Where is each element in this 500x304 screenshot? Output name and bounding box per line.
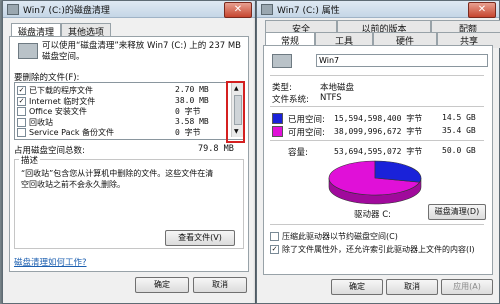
used-label: 已用空间: — [288, 115, 325, 125]
compress-checkbox[interactable] — [270, 232, 279, 241]
file-checkbox[interactable]: ✓ — [17, 86, 26, 95]
ok-button[interactable]: 确定 — [135, 277, 189, 293]
used-swatch — [272, 113, 283, 124]
apply-button[interactable]: 应用(A) — [441, 279, 493, 295]
props-close-button[interactable]: ✕ — [468, 2, 496, 18]
divider-4 — [270, 224, 484, 225]
file-checkbox[interactable]: ✓ — [17, 96, 26, 106]
view-files-button[interactable]: 查看文件(V) — [165, 230, 235, 246]
cleanup-panel: 可以使用“磁盘清理”来释放 Win7 (C:) 上的 237 MB 磁盘空间。 … — [9, 36, 249, 272]
capacity-gb: 50.0 GB — [442, 146, 476, 155]
file-list: ✓ 已下载的程序文件 2.70 MB ✓ Internet 临时文件 38.0 MB Off… — [14, 81, 245, 143]
file-size: 38.0 MB — [175, 95, 209, 105]
description-title: 描述 — [19, 154, 41, 166]
file-name: 已下载的程序文件 — [29, 86, 93, 95]
drive-properties-window: Win7 (C:) 属性 ✕ 安全 以前的版本 配额 常规 工具 硬件 共享 类… — [256, 0, 500, 304]
drive-label: 驱动器 C: — [354, 210, 392, 220]
props-title: Win7 (C:) 属性 — [277, 5, 340, 16]
index-checkbox[interactable]: ✓ — [270, 245, 279, 254]
file-list-item[interactable]: Service Pack 备份文件 0 字节 — [17, 127, 227, 137]
capacity-label: 容量: — [288, 148, 308, 158]
close-icon: ✕ — [477, 4, 487, 15]
description-group: 描述 “回收站”包含您从计算机中删除的文件。这些文件在清 空回收站之前不会永久删… — [14, 154, 244, 249]
help-link[interactable]: 磁盘清理如何工作? — [14, 256, 87, 268]
file-name: 回收站 — [29, 117, 53, 127]
cancel-button[interactable]: 取消 — [193, 277, 247, 293]
capacity-bytes: 53,694,595,072 字节 — [334, 147, 423, 156]
fs-value: NTFS — [320, 93, 342, 103]
file-list-item[interactable]: Office 安装文件 0 字节 — [17, 106, 227, 116]
file-name: Service Pack 备份文件 — [29, 128, 115, 137]
drive-name-input[interactable] — [316, 54, 488, 67]
description-line-2: 空回收站之前不会永久删除。 — [21, 180, 125, 189]
file-checkbox[interactable] — [17, 117, 26, 127]
disk-usage-pie — [328, 160, 422, 205]
file-name: Internet 临时文件 — [29, 96, 96, 106]
disk-cleanup-window: Win7 (C:)的磁盘清理 ✕ 磁盘清理 其他选项 可以使用“磁盘清理”来释放… — [2, 0, 256, 304]
props-titlebar[interactable]: Win7 (C:) 属性 — [257, 1, 499, 18]
free-swatch — [272, 126, 283, 137]
file-checkbox[interactable] — [17, 128, 26, 137]
free-label: 可用空间: — [288, 128, 325, 138]
free-gb: 35.4 GB — [442, 126, 476, 135]
close-icon: ✕ — [233, 4, 243, 15]
drive-icon — [261, 3, 273, 15]
type-value: 本地磁盘 — [320, 83, 355, 93]
type-label: 类型: — [272, 83, 292, 93]
divider-1 — [270, 75, 484, 76]
used-gb: 14.5 GB — [442, 113, 476, 122]
file-size: 0 字节 — [175, 107, 201, 116]
general-panel: 类型: 本地磁盘 文件系统: NTFS 已用空间: 15,594,598,400… — [263, 45, 493, 275]
file-size: 2.70 MB — [175, 85, 209, 94]
compress-label: 压缩此驱动器以节约磁盘空间(C) — [282, 232, 398, 241]
highlight-box — [226, 81, 245, 143]
file-list-item[interactable]: ✓ 已下载的程序文件 2.70 MB — [17, 85, 227, 95]
drive-icon — [7, 3, 19, 15]
divider-2 — [270, 106, 484, 107]
file-size: 0 字节 — [175, 128, 201, 137]
cleanup-title: Win7 (C:)的磁盘清理 — [23, 5, 110, 16]
file-size: 3.58 MB — [175, 116, 209, 126]
file-list-item[interactable]: 回收站 3.58 MB — [17, 117, 227, 127]
free-bytes: 38,099,996,672 字节 — [334, 127, 423, 136]
fs-label: 文件系统: — [272, 95, 309, 105]
used-bytes: 15,594,598,400 字节 — [334, 114, 423, 123]
divider-3 — [270, 140, 484, 141]
disk-cleanup-button[interactable]: 磁盘清理(D) — [428, 204, 486, 220]
props-cancel-button[interactable]: 取消 — [386, 279, 438, 295]
description-line-1: “回收站”包含您从计算机中删除的文件。这些文件在清 — [21, 169, 214, 178]
file-checkbox[interactable] — [17, 107, 26, 116]
total-value: 79.8 MB — [198, 144, 234, 154]
index-label: 除了文件属性外，还允许索引此驱动器上文件的内容(I) — [282, 245, 475, 254]
cleanup-icon — [18, 43, 38, 59]
cleanup-titlebar[interactable]: Win7 (C:)的磁盘清理 — [3, 1, 255, 18]
intro-text: 可以使用“磁盘清理”来释放 Win7 (C:) 上的 237 MB 磁盘空间。 — [42, 41, 242, 62]
close-button[interactable]: ✕ — [224, 2, 252, 18]
props-ok-button[interactable]: 确定 — [331, 279, 383, 295]
drive-large-icon — [272, 54, 292, 68]
file-name: Office 安装文件 — [29, 107, 87, 116]
file-list-item[interactable]: ✓ Internet 临时文件 38.0 MB — [17, 96, 227, 106]
